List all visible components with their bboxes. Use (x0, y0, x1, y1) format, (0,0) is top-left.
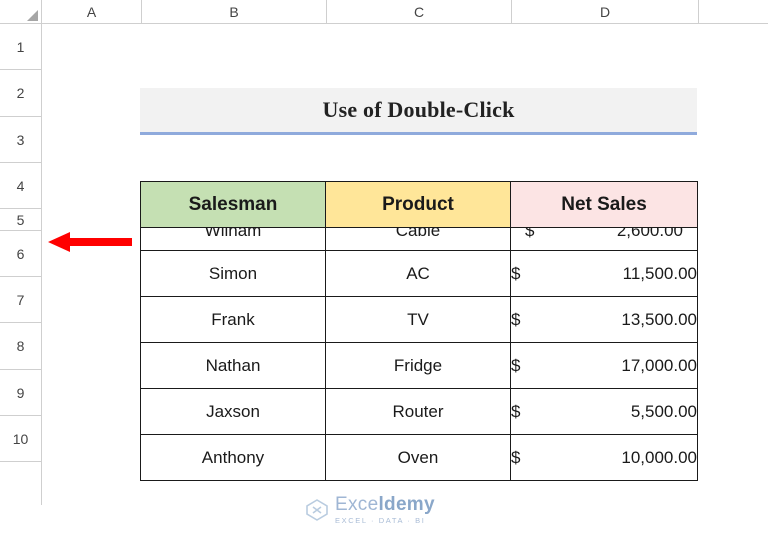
table-header-row: Salesman Product Net Sales (140, 181, 698, 228)
cell-product[interactable]: AC (325, 250, 511, 297)
cell-product[interactable]: Fridge (325, 342, 511, 389)
cell-amount: 2,600.00 (616, 228, 683, 241)
cell-money: $ 5,500.00 (511, 402, 697, 422)
cell-salesman[interactable]: Wilham (140, 227, 326, 251)
select-all-triangle-icon (27, 10, 38, 21)
select-all-corner[interactable] (0, 0, 42, 24)
table-row[interactable]: Jaxson Router $ 5,500.00 (140, 388, 698, 435)
exceldemy-watermark: Exceldemy EXCEL · DATA · BI (306, 495, 435, 525)
row-header-1[interactable]: 1 (0, 24, 42, 70)
cell-product[interactable]: TV (325, 296, 511, 343)
table-row[interactable]: Nathan Fridge $ 17,000.00 (140, 342, 698, 389)
row-header-2[interactable]: 2 (0, 70, 42, 117)
cell-salesman[interactable]: Simon (140, 250, 326, 297)
cell-salesman[interactable]: Nathan (140, 342, 326, 389)
cell-net-sales[interactable]: $ 10,000.00 (510, 434, 698, 481)
sales-data-table: Salesman Product Net Sales Wilham Cable … (140, 181, 698, 481)
cell-net-sales[interactable]: $ 11,500.00 (510, 250, 698, 297)
table-row[interactable]: Wilham Cable $ 2,600.00 (140, 227, 698, 251)
cell-amount: 13,500.00 (621, 309, 697, 329)
column-header-salesman: Salesman (140, 181, 326, 228)
row-header-column: 1 2 3 4 5 6 7 8 9 10 (0, 24, 42, 505)
row-header-6[interactable]: 6 (0, 231, 42, 277)
currency-symbol: $ (511, 309, 521, 329)
cell-net-sales[interactable]: $ 5,500.00 (510, 388, 698, 435)
cell-amount: 11,500.00 (622, 263, 697, 283)
logo-text: Exceldemy EXCEL · DATA · BI (335, 495, 435, 525)
cell-net-sales[interactable]: $ 17,000.00 (510, 342, 698, 389)
row-header-blank (0, 462, 42, 505)
row-header-3[interactable]: 3 (0, 117, 42, 163)
cell-product[interactable]: Cable (325, 227, 511, 251)
column-header-net-sales: Net Sales (510, 181, 698, 228)
cell-text: Cable (395, 228, 441, 241)
clipped-content: Cable (327, 228, 510, 250)
currency-symbol: $ (511, 355, 521, 375)
row-header-8[interactable]: 8 (0, 323, 42, 370)
exceldemy-logo-icon (306, 498, 328, 521)
column-header-row: A B C D (0, 0, 768, 24)
cell-amount: 10,000.00 (621, 447, 697, 467)
row-header-7[interactable]: 7 (0, 277, 42, 323)
table-row[interactable]: Simon AC $ 11,500.00 (140, 250, 698, 297)
logo-wordmark: Exceldemy (335, 495, 435, 514)
currency-symbol: $ (511, 401, 521, 421)
row-header-5[interactable]: 5 (0, 209, 42, 231)
table-row[interactable]: Frank TV $ 13,500.00 (140, 296, 698, 343)
cell-money: $ 13,500.00 (511, 310, 697, 330)
cell-money: $ 10,000.00 (511, 448, 697, 468)
cell-money: $ 11,500.00 (511, 264, 697, 284)
cell-money: $ 2,600.00 (512, 228, 697, 250)
column-header-a[interactable]: A (42, 0, 142, 24)
red-left-arrow-icon (48, 232, 132, 252)
cell-money: $ 17,000.00 (511, 356, 697, 376)
column-header-b[interactable]: B (142, 0, 327, 24)
cell-salesman[interactable]: Anthony (140, 434, 326, 481)
row-header-4[interactable]: 4 (0, 163, 42, 209)
cell-salesman[interactable]: Jaxson (140, 388, 326, 435)
cell-net-sales[interactable]: $ 2,600.00 (510, 227, 698, 251)
cell-amount: 5,500.00 (630, 401, 697, 421)
excel-worksheet: A B C D 1 2 3 4 5 6 7 8 9 10 Use of Doub… (0, 0, 768, 545)
column-header-product: Product (325, 181, 511, 228)
clipped-content: Wilham (142, 228, 325, 250)
column-header-c[interactable]: C (327, 0, 512, 24)
row-header-10[interactable]: 10 (0, 416, 42, 462)
logo-suffix: ldemy (378, 494, 435, 515)
table-row[interactable]: Anthony Oven $ 10,000.00 (140, 434, 698, 481)
currency-symbol: $ (511, 447, 521, 467)
row-header-9[interactable]: 9 (0, 370, 42, 416)
cell-salesman[interactable]: Frank (140, 296, 326, 343)
cell-amount: 17,000.00 (621, 355, 697, 375)
currency-symbol: $ (511, 263, 521, 283)
cell-product[interactable]: Oven (325, 434, 511, 481)
logo-tagline: EXCEL · DATA · BI (335, 516, 426, 525)
title-banner: Use of Double-Click (140, 88, 697, 135)
cell-product[interactable]: Router (325, 388, 511, 435)
currency-symbol: $ (525, 228, 535, 241)
page-title: Use of Double-Click (322, 97, 515, 122)
logo-prefix: Exce (335, 494, 379, 515)
cell-net-sales[interactable]: $ 13,500.00 (510, 296, 698, 343)
clipped-content: $ 2,600.00 (512, 228, 697, 250)
cell-text: Wilham (204, 228, 262, 241)
column-header-d[interactable]: D (512, 0, 699, 24)
column-header-e[interactable] (699, 0, 768, 24)
